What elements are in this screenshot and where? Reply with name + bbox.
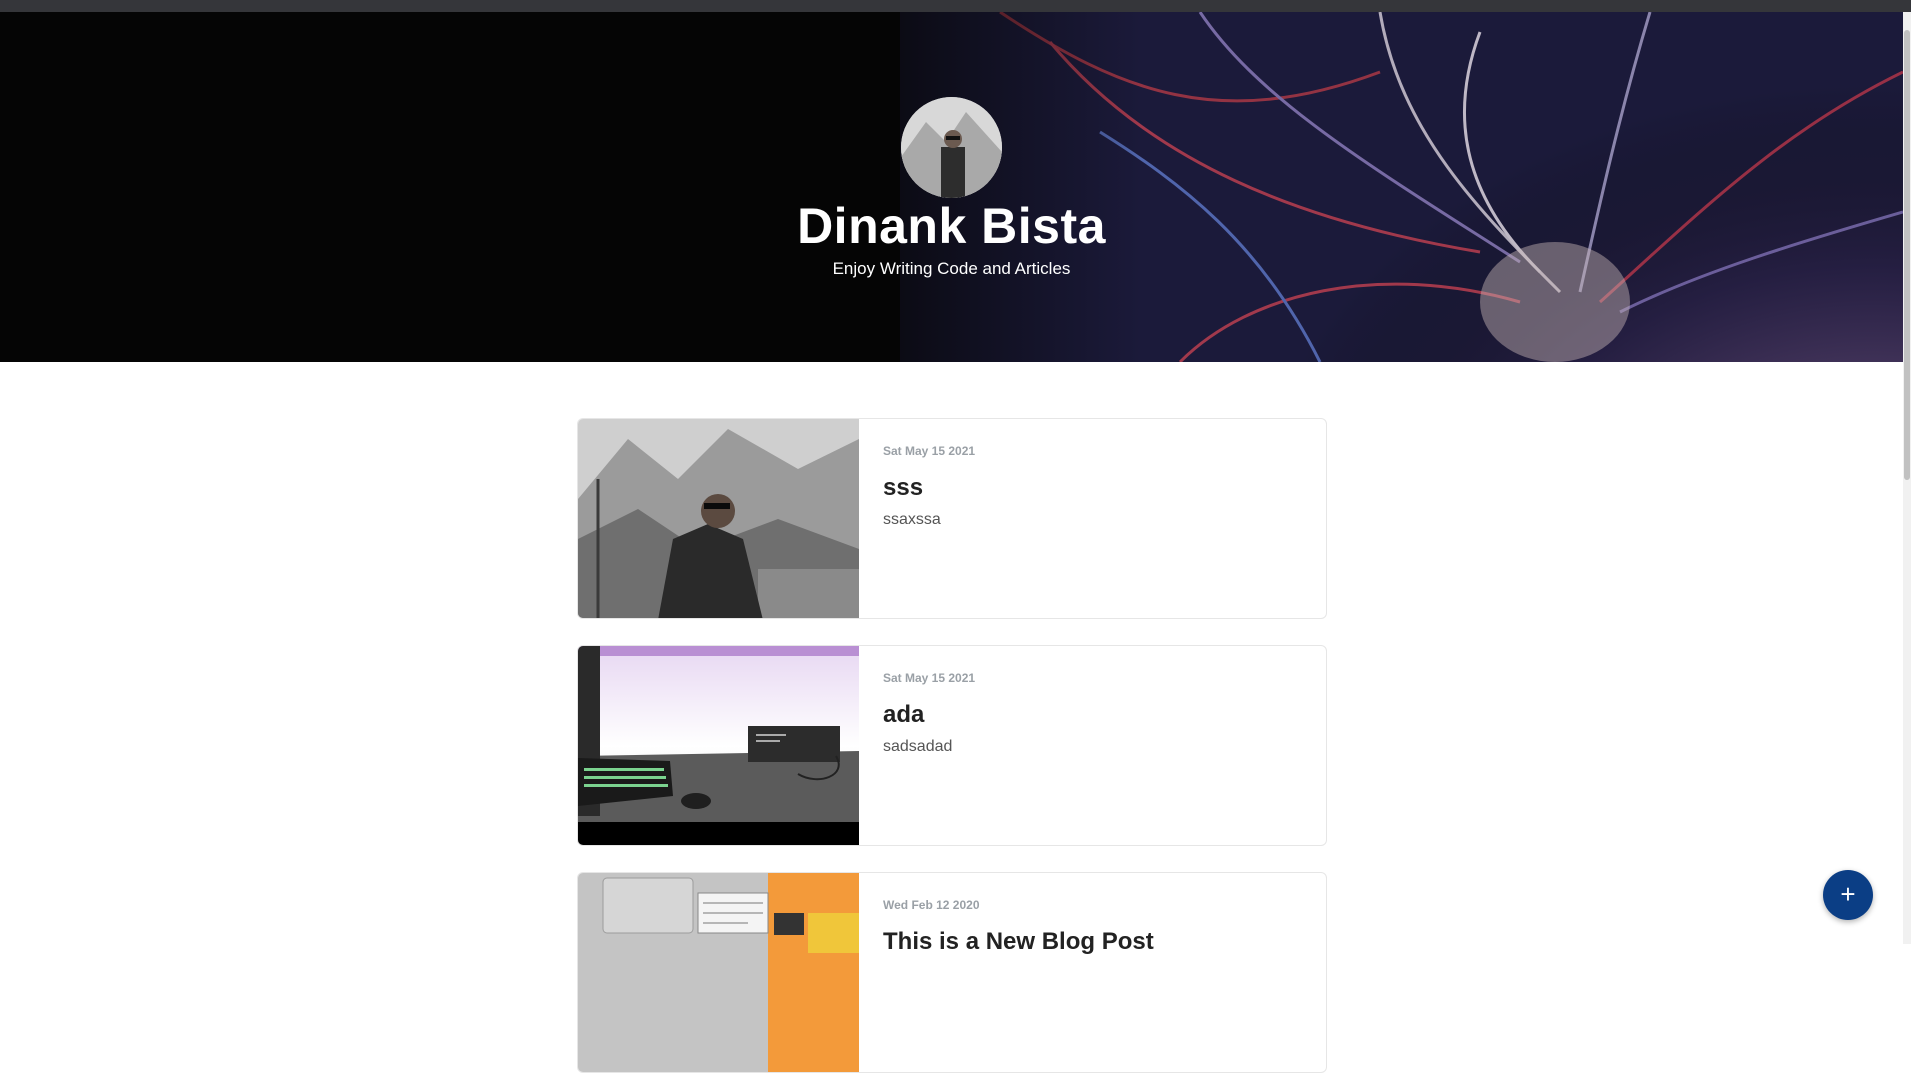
- add-post-button[interactable]: +: [1823, 870, 1873, 920]
- plus-icon: +: [1840, 879, 1856, 909]
- scrollbar-thumb[interactable]: [1904, 30, 1910, 480]
- post-date: Sat May 15 2021: [883, 444, 976, 458]
- profile-avatar: [901, 97, 1002, 198]
- profile-tagline: Enjoy Writing Code and Articles: [832, 259, 1071, 278]
- post-title[interactable]: This is a New Blog Post: [883, 928, 1154, 956]
- post-title[interactable]: ada: [883, 701, 924, 729]
- post-excerpt: sadsadad: [883, 738, 953, 755]
- post-date: Wed Feb 12 2020: [883, 898, 980, 912]
- post-card[interactable]: Sat May 15 2021 ada sadsadad: [577, 645, 1327, 846]
- post-card[interactable]: Wed Feb 12 2020 This is a New Blog Post: [577, 872, 1327, 1073]
- post-title[interactable]: sss: [883, 474, 923, 502]
- post-body: Sat May 15 2021 sss ssaxssa: [883, 419, 1303, 618]
- page-scrollbar[interactable]: [1903, 12, 1911, 944]
- profile-name: Dinank Bista: [797, 198, 1106, 254]
- post-date: Sat May 15 2021: [883, 671, 976, 685]
- browser-toolbar-strip: [0, 0, 1911, 12]
- post-thumbnail-laptop-ux-store: [578, 873, 859, 1072]
- post-body: Wed Feb 12 2020 This is a New Blog Post: [883, 873, 1303, 1072]
- post-thumbnail-mountain-portrait: [578, 419, 859, 618]
- post-body: Sat May 15 2021 ada sadsadad: [883, 646, 1303, 845]
- post-excerpt: ssaxssa: [883, 511, 941, 528]
- avatar-photo-icon: [901, 97, 1002, 198]
- post-thumbnail-desk-keyboard: [578, 646, 859, 845]
- profile-hero: Dinank Bista Enjoy Writing Code and Arti…: [0, 12, 1903, 362]
- post-card[interactable]: Sat May 15 2021 sss ssaxssa: [577, 418, 1327, 619]
